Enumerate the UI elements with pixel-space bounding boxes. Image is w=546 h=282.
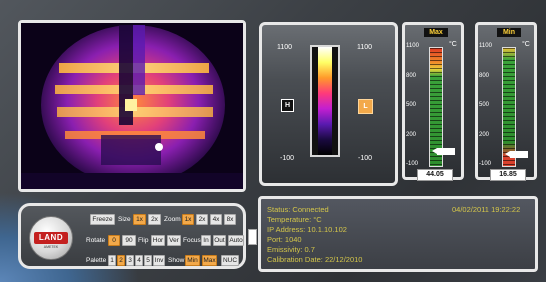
rotate-0-button[interactable]: 0 (108, 235, 120, 246)
max-gauge-tick: 800 (406, 72, 417, 79)
color-scale-bar (310, 45, 340, 157)
color-scale-panel: 1100 1100 -100 -100 H L (259, 22, 398, 186)
status-port: Port: 1040 (267, 235, 302, 244)
logo-text: LAND (34, 232, 68, 244)
flip-ver-button[interactable]: Ver (167, 235, 181, 246)
palette-1-button[interactable]: 1 (108, 255, 116, 266)
scale-min-left: -100 (280, 155, 295, 162)
palette-4-button[interactable]: 4 (135, 255, 143, 266)
status-emissivity: Emissivity: 0.7 (267, 245, 315, 254)
max-gauge-value: 44.05 (417, 169, 453, 181)
palette-inv-button[interactable]: Inv (153, 255, 165, 266)
min-temperature-gauge: Min °C 1100 800 500 200 -100 16.85 (475, 22, 537, 181)
max-temperature-gauge: Max °C 1100 800 500 200 -100 44.05 (402, 22, 464, 181)
thermal-image-panel (18, 20, 246, 192)
max-gauge-title: Max (424, 28, 448, 37)
max-gauge-tick: 1100 (406, 43, 419, 49)
min-gauge-tick: 500 (479, 102, 490, 108)
land-logo: LAND AMETEK (29, 216, 73, 260)
palette-label: Palette (86, 257, 107, 264)
min-gauge-pointer (505, 150, 528, 158)
min-gauge-unit: °C (522, 41, 530, 48)
show-min-button[interactable]: Min (185, 255, 200, 266)
scale-min-right: -100 (358, 155, 373, 162)
flip-hor-button[interactable]: Hor (151, 235, 165, 246)
control-panel-tab[interactable] (248, 229, 257, 245)
logo-subtitle: AMETEK (43, 245, 59, 249)
status-datetime: 04/02/2011 19:22:22 (452, 205, 521, 214)
low-marker[interactable]: L (358, 99, 373, 114)
status-panel: Status: Connected 04/02/2011 19:22:22 Te… (258, 196, 538, 272)
size-label: Size (118, 216, 131, 223)
max-gauge-unit: °C (449, 41, 457, 48)
camera-control-panel: LAND AMETEK Freeze Size 1x 2x Zoom 1x 2x… (18, 203, 246, 269)
rotate-90-button[interactable]: 90 (122, 235, 136, 246)
min-gauge-value: 16.85 (490, 169, 526, 181)
scale-max-right: 1100 (357, 44, 373, 51)
focus-out-button[interactable]: Out (213, 235, 226, 246)
status-calibration: Calibration Date: 22/12/2010 (267, 255, 363, 264)
high-marker[interactable]: H (281, 99, 294, 112)
min-gauge-tick: 200 (479, 131, 490, 138)
status-text: Status: Connected (267, 205, 329, 214)
show-label: Show (168, 257, 185, 264)
zoom-2x-button[interactable]: 2x (196, 214, 208, 225)
status-temperature: Temperature: °C (267, 215, 322, 224)
max-gauge-tick: 500 (406, 102, 417, 108)
min-gauge-tick: 800 (479, 72, 490, 79)
min-gauge-tick: -100 (479, 161, 492, 167)
thermal-image (21, 23, 243, 189)
nuc-button[interactable]: NUC (221, 255, 239, 266)
max-gauge-tick: -100 (406, 161, 419, 167)
size-2x-button[interactable]: 2x (148, 214, 161, 225)
focus-in-button[interactable]: In (201, 235, 211, 246)
palette-5-button[interactable]: 5 (144, 255, 152, 266)
zoom-4x-button[interactable]: 4x (210, 214, 222, 225)
flip-label: Flip (138, 237, 149, 244)
max-gauge-tick: 200 (406, 131, 417, 138)
min-gauge-bar (502, 47, 516, 167)
size-1x-button[interactable]: 1x (133, 214, 146, 225)
zoom-1x-button[interactable]: 1x (182, 214, 194, 225)
scale-max-left: 1100 (277, 44, 293, 51)
status-ip: IP Address: 10.1.10.102 (267, 225, 347, 234)
focus-label: Focus (183, 237, 201, 244)
zoom-8x-button[interactable]: 8x (224, 214, 236, 225)
palette-2-button[interactable]: 2 (117, 255, 125, 266)
color-scale-gradient (318, 47, 332, 155)
rotate-label: Rotate (86, 237, 106, 244)
min-gauge-title: Min (497, 28, 521, 37)
freeze-button[interactable]: Freeze (90, 214, 115, 225)
min-gauge-tick: 1100 (479, 43, 492, 49)
show-max-button[interactable]: Max (202, 255, 217, 266)
focus-auto-button[interactable]: Auto (228, 235, 244, 246)
max-gauge-pointer (432, 147, 455, 155)
zoom-label: Zoom (164, 216, 181, 223)
palette-3-button[interactable]: 3 (126, 255, 134, 266)
